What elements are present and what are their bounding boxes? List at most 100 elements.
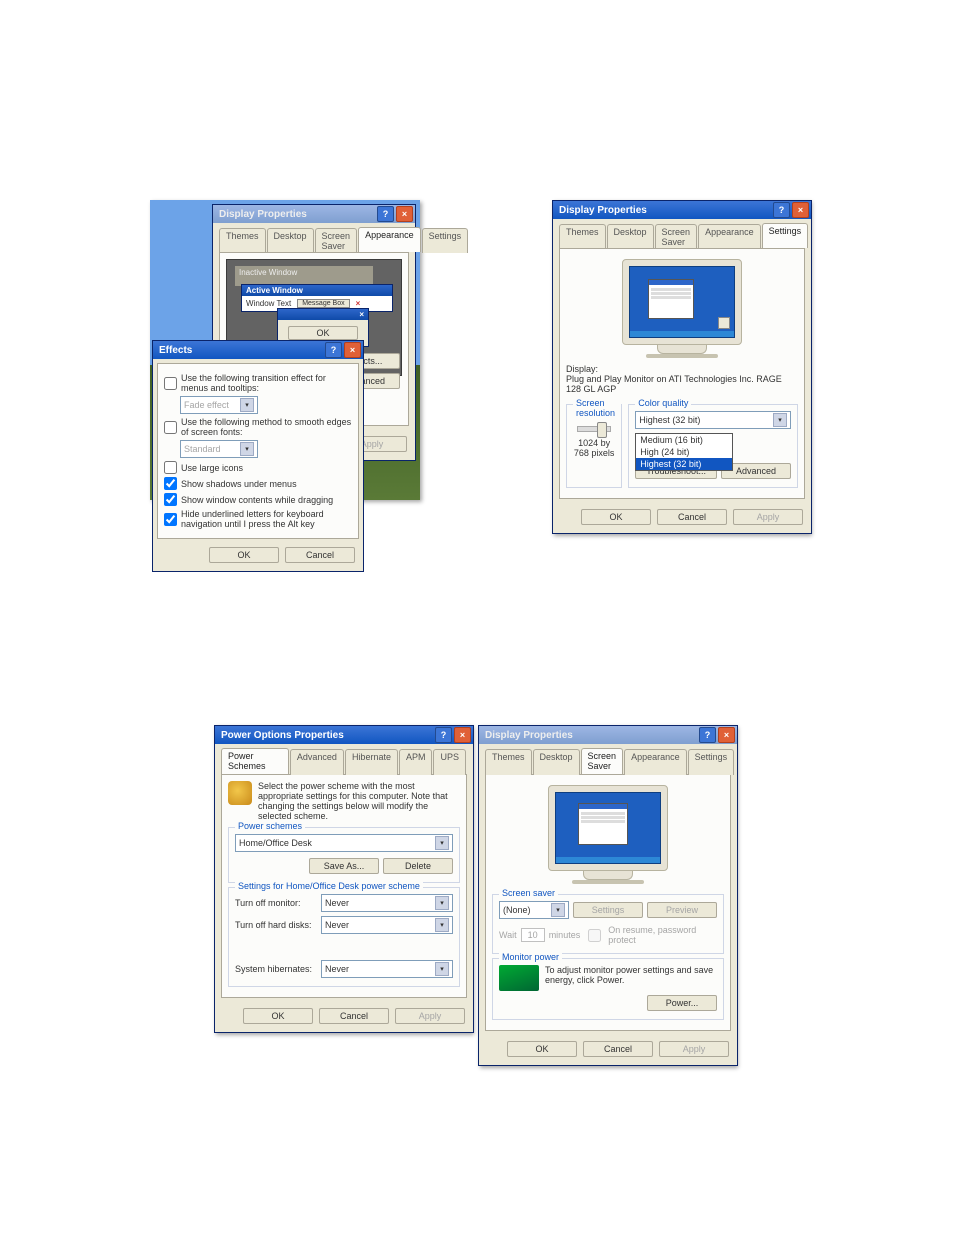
color-option-highest[interactable]: Highest (32 bit) (636, 458, 732, 470)
help-icon[interactable]: ? (435, 727, 452, 743)
tab-ups[interactable]: UPS (433, 749, 466, 775)
tab-screensaver[interactable]: Screen Saver (655, 224, 698, 249)
opt-transition-effect[interactable]: Use the following transition effect for … (164, 373, 352, 393)
turn-off-monitor-label: Turn off monitor: (235, 898, 315, 908)
cancel-button[interactable]: Cancel (319, 1008, 389, 1024)
close-icon[interactable]: × (396, 206, 413, 222)
preview-close-x: × (356, 299, 361, 308)
resume-password-checkbox[interactable] (588, 929, 601, 942)
tab-desktop[interactable]: Desktop (607, 224, 654, 249)
titlebar[interactable]: Display Properties ? × (213, 205, 415, 223)
screenshot-power-options: Power Options Properties ? × Power Schem… (214, 725, 472, 1033)
apply-button[interactable]: Apply (733, 509, 803, 525)
opt-shadows-menus[interactable]: Show shadows under menus (164, 477, 352, 490)
save-as-button[interactable]: Save As... (309, 858, 379, 874)
tab-advanced[interactable]: Advanced (290, 749, 344, 775)
monitor-power-group: Monitor power (499, 952, 562, 962)
system-hibernates-select[interactable]: Never▾ (321, 960, 453, 978)
tab-settings[interactable]: Settings (762, 223, 809, 248)
tab-apm[interactable]: APM (399, 749, 433, 775)
close-icon[interactable]: × (454, 727, 471, 743)
tab-themes[interactable]: Themes (559, 224, 606, 249)
screensaver-select[interactable]: (None) ▾ (499, 901, 569, 919)
settings-button[interactable]: Settings (573, 902, 643, 918)
turn-off-hdd-select[interactable]: Never▾ (321, 916, 453, 934)
preview-msg-close: × (359, 310, 364, 319)
opt-hide-underlines[interactable]: Hide underlined letters for keyboard nav… (164, 509, 352, 529)
close-icon[interactable]: × (792, 202, 809, 218)
close-icon[interactable]: × (344, 342, 361, 358)
wait-spinner[interactable]: 10 (521, 928, 545, 942)
tab-desktop[interactable]: Desktop (267, 228, 314, 253)
screensaver-tab-body: Screen saver (None) ▾ Settings Preview W… (485, 774, 731, 1031)
wait-label: Wait (499, 930, 517, 940)
display-properties-dialog: Display Properties ? × Themes Desktop Sc… (478, 725, 738, 1066)
cancel-button[interactable]: Cancel (657, 509, 727, 525)
tab-appearance[interactable]: Appearance (698, 224, 761, 249)
tab-desktop[interactable]: Desktop (533, 749, 580, 775)
color-quality-select[interactable]: Highest (32 bit) ▾ (635, 411, 791, 429)
ok-button[interactable]: OK (209, 547, 279, 563)
tab-strip: Themes Desktop Screen Saver Appearance S… (479, 744, 737, 774)
display-device: Plug and Play Monitor on ATI Technologie… (566, 374, 798, 394)
cancel-button[interactable]: Cancel (583, 1041, 653, 1057)
titlebar[interactable]: Display Properties ? × (479, 726, 737, 744)
screensaver-value: (None) (503, 905, 531, 915)
dialog-title: Display Properties (559, 205, 647, 216)
transition-select[interactable]: Fade effect▾ (180, 396, 258, 414)
ok-button[interactable]: OK (243, 1008, 313, 1024)
power-scheme-icon (228, 781, 252, 805)
opt-large-icons[interactable]: Use large icons (164, 461, 352, 474)
resolution-value: 1024 by 768 pixels (573, 438, 615, 458)
chevron-down-icon: ▾ (435, 836, 449, 850)
help-icon[interactable]: ? (325, 342, 342, 358)
tab-appearance[interactable]: Appearance (358, 227, 421, 252)
color-option-high[interactable]: High (24 bit) (636, 446, 732, 458)
cancel-button[interactable]: Cancel (285, 547, 355, 563)
tab-appearance[interactable]: Appearance (624, 749, 687, 775)
color-quality-dropdown[interactable]: Medium (16 bit) High (24 bit) Highest (3… (635, 433, 733, 471)
color-quality-selected: Highest (32 bit) (639, 415, 700, 425)
help-icon[interactable]: ? (377, 206, 394, 222)
ok-button[interactable]: OK (507, 1041, 577, 1057)
power-scheme-select[interactable]: Home/Office Desk ▾ (235, 834, 453, 852)
tab-strip: Power Schemes Advanced Hibernate APM UPS (215, 744, 473, 774)
opt-smooth-fonts[interactable]: Use the following method to smooth edges… (164, 417, 352, 437)
tab-themes[interactable]: Themes (485, 749, 532, 775)
power-schemes-body: Select the power scheme with the most ap… (221, 774, 467, 998)
apply-button[interactable]: Apply (395, 1008, 465, 1024)
apply-button[interactable]: Apply (659, 1041, 729, 1057)
preview-inactive-window: Inactive Window (235, 266, 373, 286)
close-icon[interactable]: × (718, 727, 735, 743)
help-icon[interactable]: ? (699, 727, 716, 743)
color-option-medium[interactable]: Medium (16 bit) (636, 434, 732, 446)
tab-hibernate[interactable]: Hibernate (345, 749, 398, 775)
display-properties-dialog: Display Properties ? × Themes Desktop Sc… (552, 200, 812, 534)
opt-window-contents-drag[interactable]: Show window contents while dragging (164, 493, 352, 506)
tab-power-schemes[interactable]: Power Schemes (221, 748, 289, 774)
smoothing-select[interactable]: Standard▾ (180, 440, 258, 458)
turn-off-monitor-select[interactable]: Never▾ (321, 894, 453, 912)
effects-titlebar[interactable]: Effects ? × (153, 341, 363, 359)
monitor-preview (548, 785, 668, 884)
help-icon[interactable]: ? (773, 202, 790, 218)
delete-button[interactable]: Delete (383, 858, 453, 874)
titlebar[interactable]: Power Options Properties ? × (215, 726, 473, 744)
monitor-power-text: To adjust monitor power settings and sav… (545, 965, 717, 985)
tab-settings[interactable]: Settings (688, 749, 735, 775)
power-button[interactable]: Power... (647, 995, 717, 1011)
tab-screensaver[interactable]: Screen Saver (315, 228, 358, 253)
display-label: Display: (566, 364, 798, 374)
resolution-slider[interactable] (577, 426, 611, 432)
ok-button[interactable]: OK (581, 509, 651, 525)
screenshot-screen-saver: Display Properties ? × Themes Desktop Sc… (478, 725, 736, 1066)
energy-star-icon (499, 965, 539, 991)
dialog-title: Power Options Properties (221, 730, 344, 741)
tab-themes[interactable]: Themes (219, 228, 266, 253)
titlebar[interactable]: Display Properties ? × (553, 201, 811, 219)
tab-settings[interactable]: Settings (422, 228, 469, 253)
tab-screensaver[interactable]: Screen Saver (581, 748, 624, 774)
power-intro-text: Select the power scheme with the most ap… (258, 781, 460, 821)
preview-button[interactable]: Preview (647, 902, 717, 918)
preview-message-box-label: Message Box (297, 299, 349, 308)
